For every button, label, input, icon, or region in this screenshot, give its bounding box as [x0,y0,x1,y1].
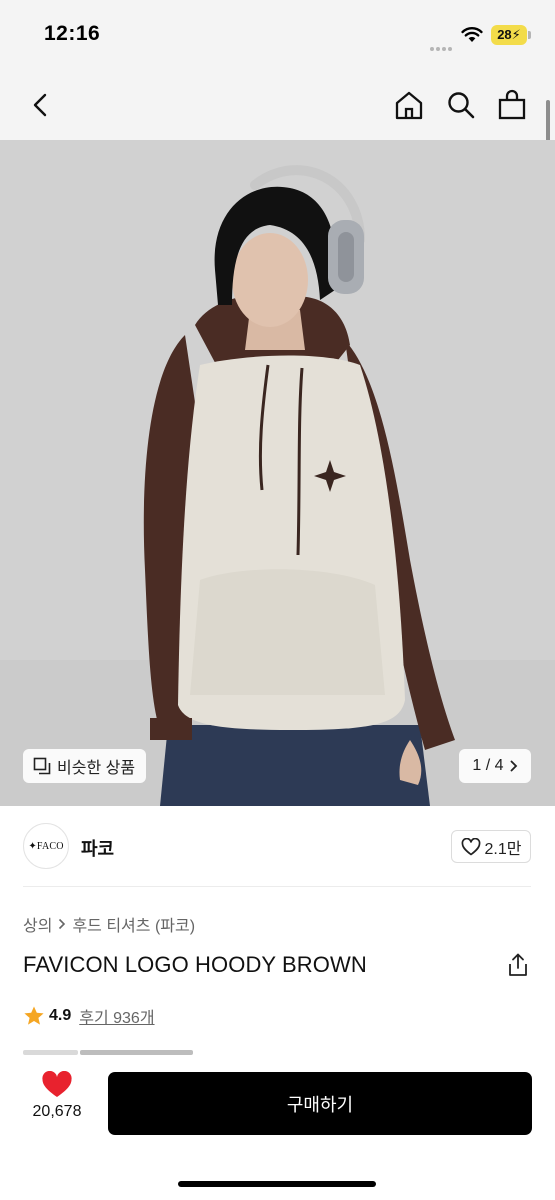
status-time: 12:16 [44,22,101,45]
chevron-right-icon [510,760,517,772]
breadcrumb: 상의 후드 티셔츠 (파코) [23,912,195,936]
wifi-icon [461,27,483,42]
product-title: FAVICON LOGO HOODY BROWN [23,952,367,977]
home-indicator [178,1181,376,1187]
similar-products-button[interactable]: 비슷한 상품 [23,749,147,783]
brand-row: ✦FACO 파코 2.1만 [0,806,555,886]
wishlist-button[interactable]: 20,678 [23,1071,91,1137]
breadcrumb-subcategory[interactable]: 후드 티셔츠 (파코) [72,912,195,936]
battery-level: 28 [497,27,512,42]
divider [23,886,531,887]
share-icon [509,953,527,976]
chevron-right-icon [59,918,66,930]
battery-tip [528,31,531,39]
page-indicator-text: 1 / 4 [472,757,504,774]
search-icon [448,92,475,119]
brand-like-button[interactable]: 2.1만 [451,830,531,863]
heart-outline-icon [461,837,480,855]
battery-icon: 28⚡ [491,25,527,45]
copy-icon [33,757,51,775]
brand-like-count: 2.1만 [484,840,522,858]
brand-logo[interactable]: ✦FACO [23,823,69,869]
nav-bar [0,70,555,140]
brand-name[interactable]: 파코 [81,835,114,861]
bottom-action-bar: 20,678 구매하기 [0,1055,555,1200]
cart-button[interactable] [493,86,531,124]
home-button[interactable] [390,86,428,124]
buy-button[interactable]: 구매하기 [108,1072,532,1135]
back-icon [33,93,47,117]
shopping-bag-icon [498,89,526,120]
share-button[interactable] [504,951,532,979]
status-bar: 12:16 28⚡ [0,0,555,70]
rating-value: 4.9 [49,1007,72,1024]
product-photo [0,140,555,806]
wishlist-count: 20,678 [32,1103,82,1120]
product-image-carousel[interactable]: 비슷한 상품 1 / 4 [0,140,555,806]
rating-row: 4.9 후기 936개 [23,1004,155,1028]
review-link[interactable]: 후기 936개 [79,1004,154,1028]
home-icon [395,91,423,120]
star-icon [24,1006,44,1025]
back-button[interactable] [22,86,60,124]
search-button[interactable] [442,86,480,124]
signal-dots [430,38,454,51]
heart-filled-icon [42,1071,72,1097]
breadcrumb-category[interactable]: 상의 [23,912,52,936]
similar-products-label: 비슷한 상품 [57,760,136,777]
image-page-indicator[interactable]: 1 / 4 [459,749,531,783]
